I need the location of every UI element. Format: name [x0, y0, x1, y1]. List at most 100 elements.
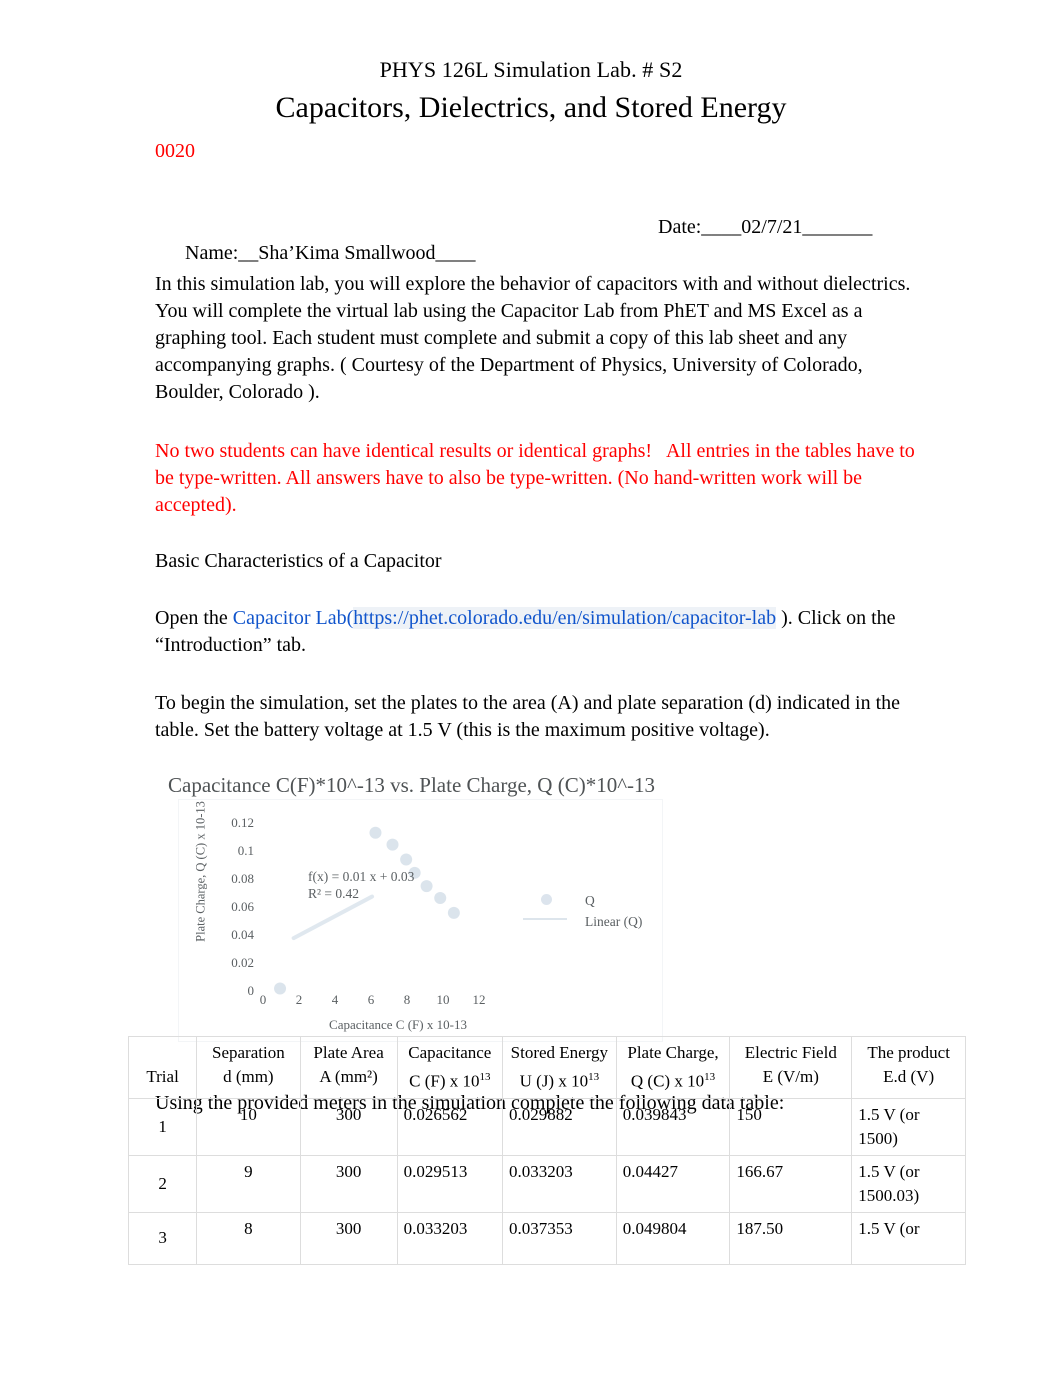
cell-trial: 2: [127, 1154, 198, 1213]
capacitor-lab-url[interactable]: https://phet.colorado.edu/en/simulation/…: [353, 607, 777, 629]
y-tick: 0: [247, 983, 255, 998]
header-line-2: A (mm²): [319, 1067, 378, 1086]
chart-point: [369, 826, 382, 839]
cell-electric-field: 166.67: [729, 1154, 853, 1213]
cell-stored-energy: 0.029882: [502, 1097, 617, 1156]
warning-paragraph: No two students can have identical resul…: [155, 440, 920, 516]
chart-data-points: [274, 826, 460, 995]
document-header: PHYS 126L Simulation Lab. # S2 Capacitor…: [0, 0, 1062, 128]
y-tick: 0.1: [237, 843, 254, 858]
header-line-2: U (J) x 10: [519, 1071, 589, 1091]
header-line-2: E.d (V): [883, 1067, 935, 1086]
y-tick: 0.06: [231, 899, 254, 914]
header-line-1: Capacitance: [408, 1043, 492, 1062]
legend-item-linear-q: Linear (Q): [585, 914, 643, 929]
chart-trendline: [291, 894, 375, 941]
chart-x-axis-label: Capacitance C (F) x 10-13: [329, 1017, 467, 1032]
name-field[interactable]: Name:__Sha’Kima Smallwood____: [185, 242, 476, 264]
cell-plate-area: 300: [299, 1154, 398, 1213]
cell-stored-energy: 0.033203: [502, 1154, 617, 1213]
open-lab-instruction: Open the Capacitor Lab(https://phet.colo…: [155, 605, 925, 659]
cell-capacitance: 0.033203: [396, 1211, 504, 1265]
cell-plate-area: 300: [299, 1211, 398, 1265]
y-tick: 0.02: [231, 955, 254, 970]
header-line-2: C (F) x 10: [409, 1071, 480, 1091]
col-header-plate-area: Plate Area A (mm²): [299, 1036, 398, 1099]
cell-product: 1.5 V (or 1500): [851, 1097, 966, 1156]
cell-plate-area: 300: [299, 1097, 398, 1156]
header-line-1: The product: [867, 1043, 950, 1062]
legend-marker-icon: [541, 894, 552, 905]
document-page: PHYS 126L Simulation Lab. # S2 Capacitor…: [0, 0, 1062, 1377]
cell-electric-field: 187.50: [729, 1211, 853, 1265]
cell-trial: 3: [127, 1211, 198, 1265]
capacitance-vs-charge-chart: Capacitance C(F)*10^-13 vs. Plate Charge…: [163, 772, 663, 1050]
page-title: Capacitors, Dielectrics, and Stored Ener…: [275, 91, 787, 124]
cell-capacitance: 0.029513: [396, 1154, 504, 1213]
cell-electric-field: 150: [729, 1097, 853, 1156]
fit-r2: R² = 0.42: [308, 886, 360, 901]
x-tick: 2: [295, 992, 303, 1007]
cell-stored-energy: 0.037353: [502, 1211, 617, 1265]
setup-instruction: To begin the simulation, set the plates …: [155, 692, 906, 741]
table-row: 1 10 300 0.026562 0.029882 0.039843 150 …: [127, 1097, 966, 1156]
cell-separation: 8: [196, 1211, 301, 1265]
x-tick: 0: [259, 992, 267, 1007]
x-tick: 4: [331, 992, 339, 1007]
chart-point: [420, 880, 433, 893]
section-heading: Basic Characteristics of a Capacitor: [155, 550, 442, 572]
lab-subtitle: PHYS 126L Simulation Lab. # S2: [379, 57, 683, 82]
header-line-1: Electric Field: [744, 1043, 837, 1062]
capacitor-lab-link[interactable]: Capacitor Lab: [233, 607, 347, 629]
col-header-capacitance: Capacitance C (F) x 1013: [396, 1036, 504, 1099]
chart-equation-annotation: f(x) = 0.01 x + 0.03 R² = 0.42: [308, 868, 414, 902]
chart-y-axis-label: Plate Charge, Q (C) x 10-13: [193, 801, 208, 942]
chart-point: [400, 853, 413, 866]
chart-point: [434, 892, 447, 905]
x-tick: 10: [436, 992, 450, 1007]
intro-paragraph: In this simulation lab, you will explore…: [155, 273, 920, 403]
chart-y-ticks: 0.12 0.1 0.08 0.06 0.04 0.02 0: [208, 815, 254, 997]
cell-separation: 10: [196, 1097, 301, 1156]
cell-plate-charge: 0.039843: [615, 1097, 731, 1156]
y-tick: 0.08: [231, 871, 254, 886]
col-header-trial: Trial: [127, 1036, 198, 1099]
cell-plate-charge: 0.049804: [615, 1211, 731, 1265]
fit-equation: f(x) = 0.01 x + 0.03: [308, 869, 415, 884]
chart-title: Capacitance C(F)*10^-13 vs. Plate Charge…: [168, 773, 656, 797]
cell-plate-charge: 0.04427: [615, 1154, 731, 1213]
name-date-line: Name:__Sha’Kima Smallwood____ Date:____02…: [155, 214, 925, 264]
col-header-stored-energy: Stored Energy U (J) x 1013: [502, 1036, 617, 1099]
cell-trial: 1: [127, 1097, 198, 1156]
col-header-separation: Separation d (mm): [196, 1036, 301, 1099]
legend-item-q: Q: [585, 893, 595, 908]
legend-line-icon: [523, 918, 567, 920]
table-row: 2 9 300 0.029513 0.033203 0.04427 166.67…: [127, 1154, 966, 1213]
course-code: 0020: [155, 140, 195, 162]
x-tick: 8: [403, 992, 411, 1007]
header-line-1: Trial: [146, 1067, 179, 1086]
col-header-electric-field: Electric Field E (V/m): [729, 1036, 853, 1099]
document-body: Name:__Sha’Kima Smallwood____ Date:____02…: [155, 214, 925, 1116]
header-line-2: d (mm): [223, 1067, 274, 1086]
x-tick: 12: [472, 992, 486, 1007]
date-field[interactable]: Date:____02/7/21_______: [658, 214, 872, 240]
header-line-2: E (V/m): [762, 1067, 819, 1086]
col-header-plate-charge: Plate Charge, Q (C) x 1013: [615, 1036, 731, 1099]
x-tick: 6: [367, 992, 375, 1007]
chart-point: [447, 906, 460, 919]
cell-capacitance: 0.026562: [396, 1097, 504, 1156]
open-prefix-text: Open the: [155, 607, 233, 629]
header-exponent: 13: [588, 1071, 600, 1083]
cell-separation: 9: [196, 1154, 301, 1213]
header-exponent: 13: [704, 1071, 716, 1083]
header-line-1: Separation: [212, 1043, 285, 1062]
chart-point: [386, 838, 399, 851]
table-header-row: Trial Separation d (mm) Plate Area A (mm…: [127, 1036, 966, 1099]
header-line-1: Plate Charge,: [627, 1043, 719, 1062]
header-line-2: Q (C) x 10: [630, 1071, 705, 1091]
col-header-product: The product E.d (V): [851, 1036, 966, 1099]
cell-product: 1.5 V (or: [851, 1211, 966, 1265]
y-tick: 0.04: [231, 927, 254, 942]
y-tick: 0.12: [231, 815, 254, 830]
